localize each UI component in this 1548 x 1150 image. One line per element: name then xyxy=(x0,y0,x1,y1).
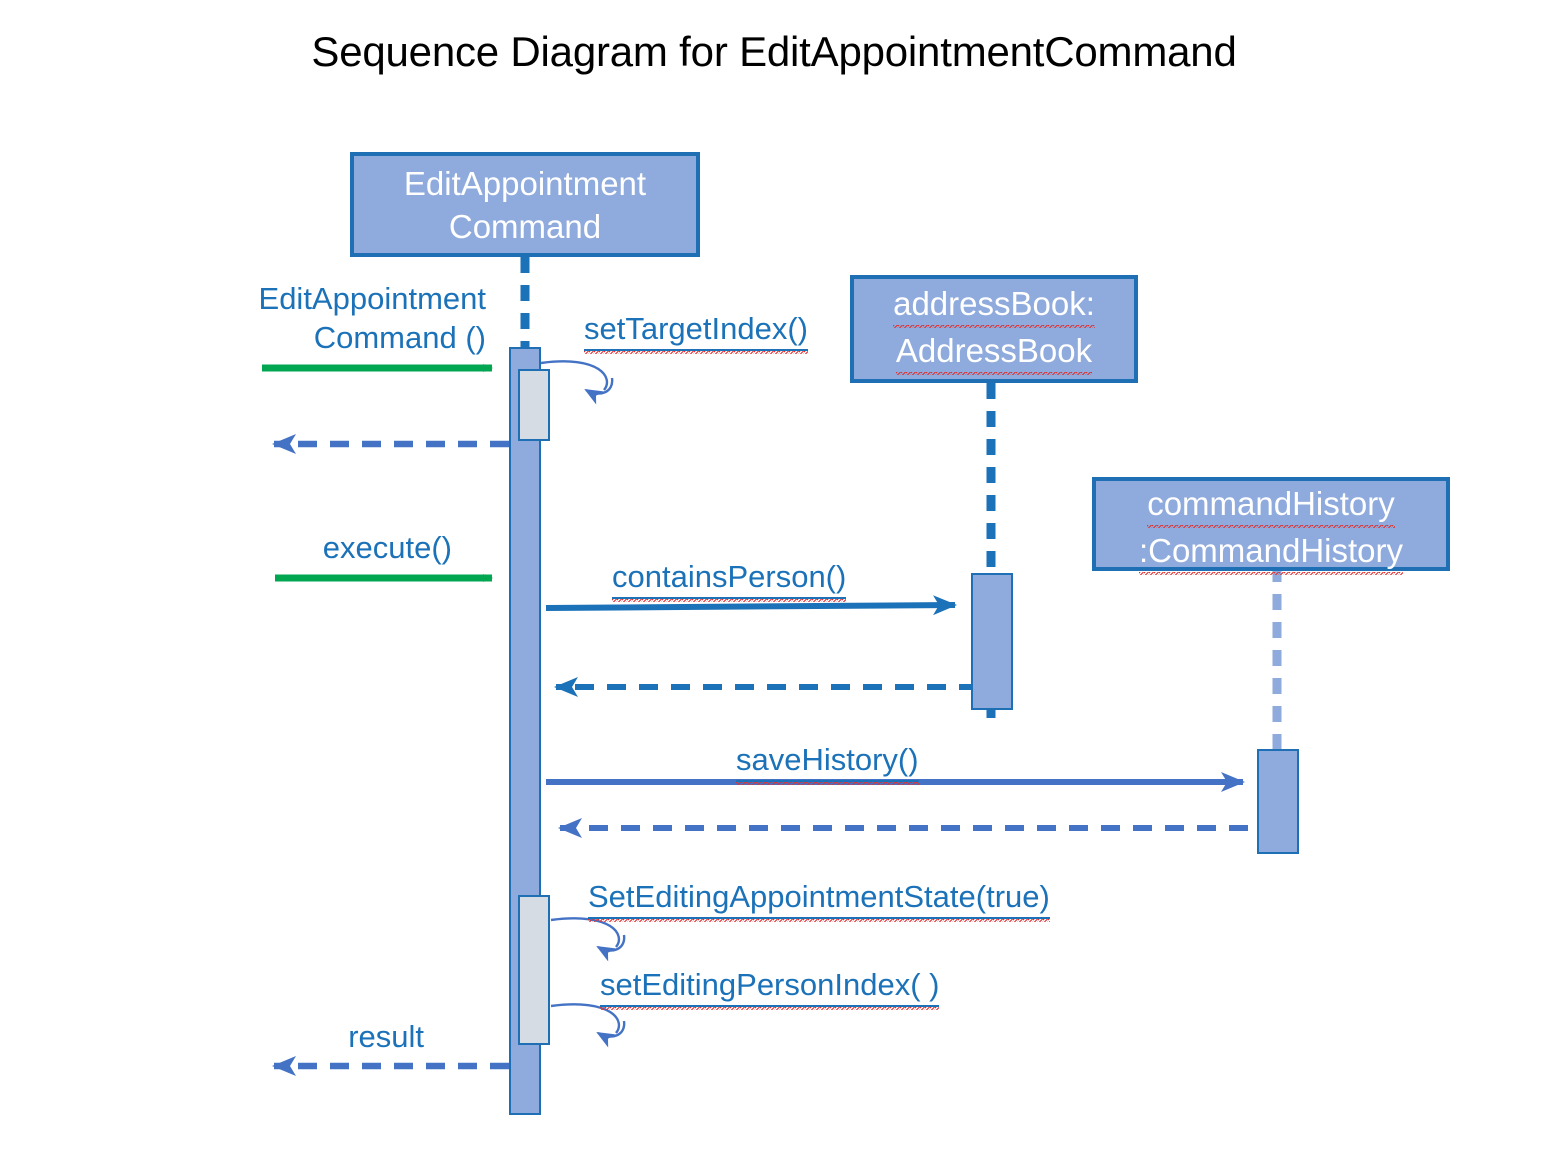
message-label-edit-appointment-command: EditAppointment Command () xyxy=(196,279,486,357)
message-label-text: containsPerson() xyxy=(612,557,847,602)
sequence-diagram-canvas: Sequence Diagram for EditAppointmentComm… xyxy=(0,0,1548,1150)
participant-edit-appointment-command[interactable]: EditAppointment Command xyxy=(350,152,700,257)
participant-command-history[interactable]: commandHistory :CommandHistory xyxy=(1092,477,1450,576)
message-label-text: result xyxy=(348,1019,424,1054)
participant-label-line-1: EditAppointment xyxy=(403,164,647,202)
message-label-line-1: EditAppointment xyxy=(258,281,486,316)
participant-label-line-2: Command xyxy=(448,207,602,245)
arrow-set-target-index xyxy=(540,360,614,405)
participant-address-book[interactable]: addressBook: AddressBook xyxy=(850,275,1138,383)
participant-label-line-2: :CommandHistory xyxy=(1138,529,1404,576)
message-label-contains-person: containsPerson() xyxy=(612,557,847,602)
arrow-set-editing-appointment-state xyxy=(550,917,626,962)
message-label-text: setEditingPersonIndex( ) xyxy=(600,965,940,1010)
message-label-text: setTargetIndex() xyxy=(584,309,808,354)
message-label-save-history: saveHistory() xyxy=(736,740,919,785)
message-label-result: result xyxy=(196,1017,424,1056)
message-label-set-editing-person-index: setEditingPersonIndex( ) xyxy=(600,965,940,1010)
participant-label-line-1: commandHistory xyxy=(1147,482,1395,529)
participant-label-line-1: addressBook: xyxy=(893,282,1095,329)
message-label-execute: execute() xyxy=(196,528,452,567)
activation-bar-nested-set-target-index xyxy=(518,369,550,441)
message-label-text: SetEditingAppointmentState(true) xyxy=(588,877,1050,922)
activation-bar-nested-set-editing xyxy=(518,895,550,1045)
message-label-text: execute() xyxy=(322,530,452,565)
arrow-contains-person xyxy=(545,595,957,616)
participant-label-line-2: AddressBook xyxy=(895,329,1093,376)
message-label-set-editing-appointment-state: SetEditingAppointmentState(true) xyxy=(588,877,1050,922)
message-label-text: saveHistory() xyxy=(736,740,919,785)
activation-bar-address-book xyxy=(971,573,1013,710)
activation-bar-command-history xyxy=(1257,749,1299,854)
message-label-set-target-index: setTargetIndex() xyxy=(584,309,808,354)
message-label-line-2: Command () xyxy=(313,320,486,355)
